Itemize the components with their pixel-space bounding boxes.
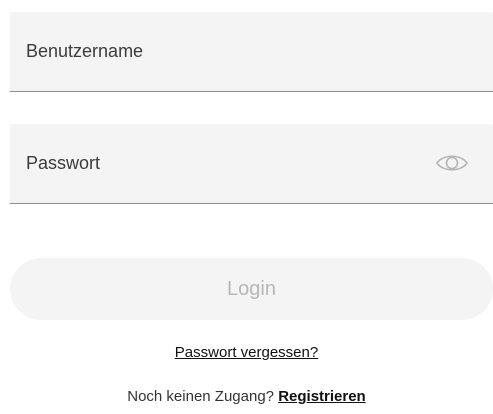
login-button[interactable]: Login <box>10 258 493 320</box>
username-field[interactable] <box>10 12 493 92</box>
forgot-password-link[interactable]: Passwort vergessen? <box>175 344 318 361</box>
username-input[interactable] <box>10 12 493 91</box>
forgot-password-row: Passwort vergessen? <box>0 343 493 363</box>
password-field[interactable] <box>10 124 493 204</box>
register-prompt: Noch keinen Zugang? <box>127 388 279 405</box>
register-link[interactable]: Registrieren <box>278 388 366 405</box>
register-row: Noch keinen Zugang? Registrieren <box>0 387 493 407</box>
eye-icon[interactable] <box>435 150 469 176</box>
password-input[interactable] <box>10 124 493 203</box>
